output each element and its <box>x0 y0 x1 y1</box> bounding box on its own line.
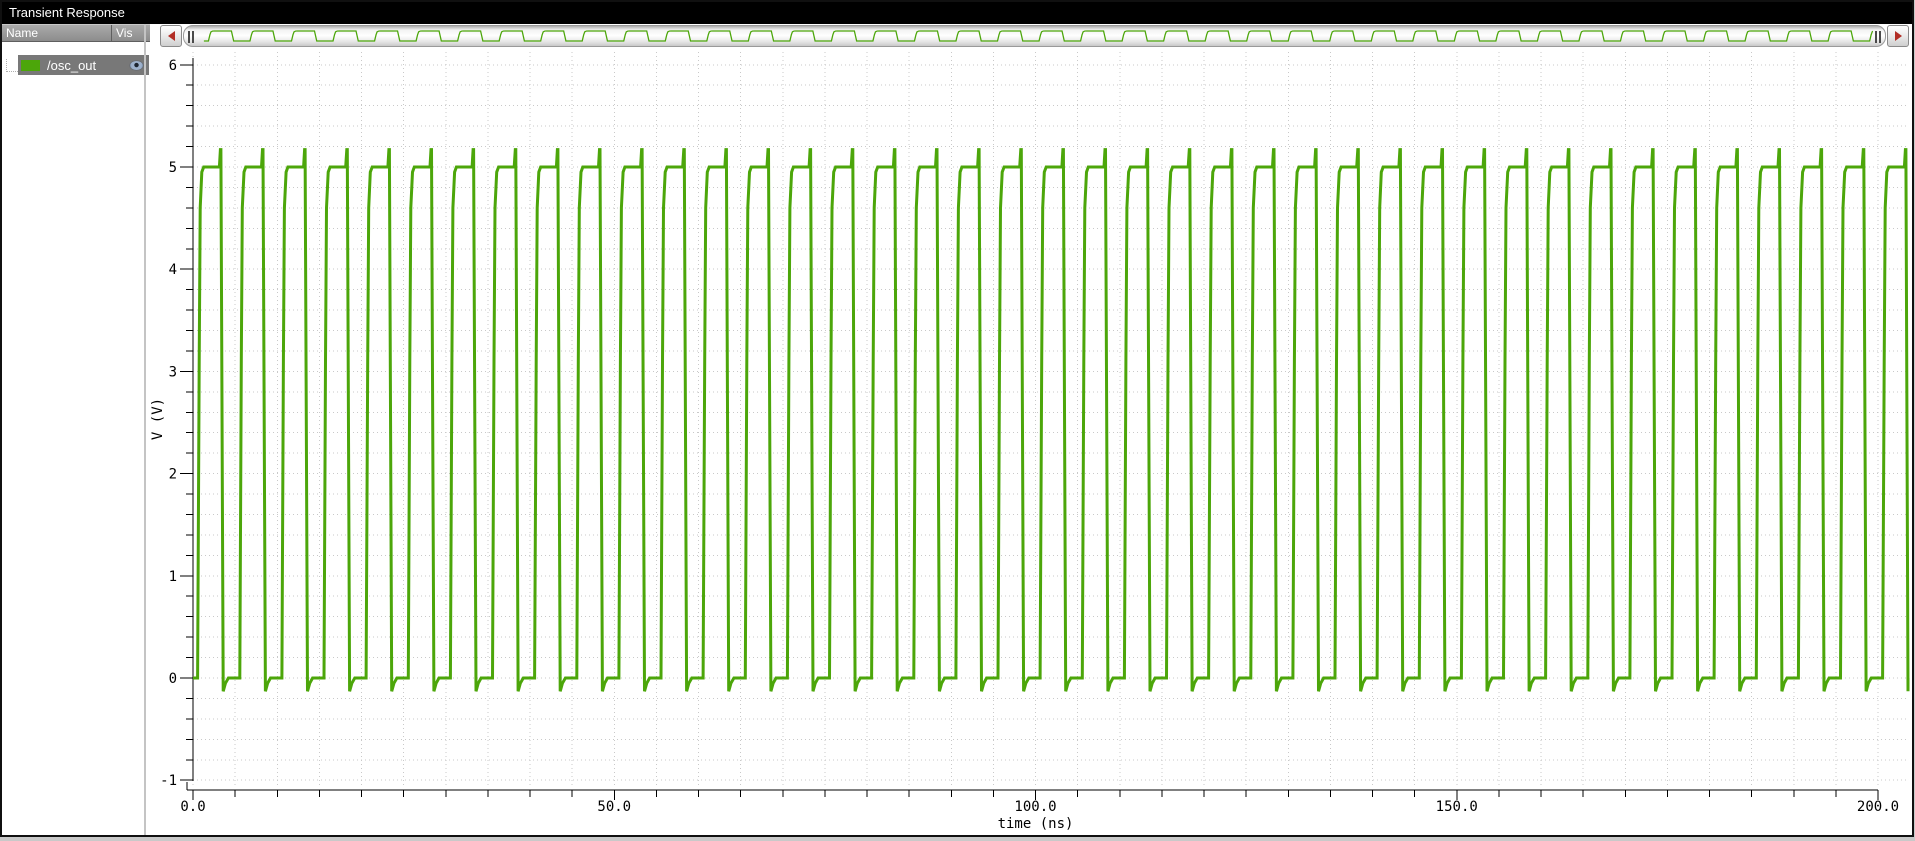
signal-color-swatch[interactable] <box>21 59 40 71</box>
y-tick-label: 0 <box>169 671 177 687</box>
waveform-chart[interactable]: -1 0 1 2 3 4 5 6 0.0 50.0 100.0 150.0 200.0 time (ns)… <box>150 24 1911 835</box>
thumb-grip-right[interactable] <box>1875 31 1881 43</box>
y-axis-title: V (V) <box>150 398 166 440</box>
y-tick-label: 3 <box>169 364 177 380</box>
signal-panel: Name Vis /osc_out <box>2 24 150 835</box>
panel-splitter[interactable] <box>144 24 146 835</box>
y-tick-label: 6 <box>169 58 177 74</box>
overview-waveform <box>203 30 1873 42</box>
signal-panel-header: Name Vis <box>2 24 150 42</box>
thumb-grip-left[interactable] <box>188 31 194 43</box>
title-bar: Transient Response <box>2 2 1912 24</box>
y-tick-label: -1 <box>160 773 177 789</box>
waveform-viewer-window: Transient Response Name Vis /osc_out -1 … <box>0 0 1915 841</box>
window-body: Transient Response Name Vis /osc_out -1 … <box>0 0 1914 837</box>
x-tick-label: 100.0 <box>1014 799 1056 815</box>
overview-track[interactable] <box>183 25 1886 47</box>
x-axis-title: time (ns) <box>998 816 1074 832</box>
x-tick-label: 150.0 <box>1436 799 1478 815</box>
signal-row[interactable]: /osc_out <box>2 55 150 75</box>
x-tick-label: 200.0 <box>1857 799 1899 815</box>
left-arrow-icon <box>167 31 175 41</box>
column-header-name[interactable]: Name <box>2 25 112 41</box>
overview-trace <box>203 30 1873 42</box>
visibility-eye-icon[interactable] <box>130 60 143 70</box>
scroll-left-button[interactable] <box>160 25 182 47</box>
y-tick-label: 5 <box>169 160 177 176</box>
signal-name: /osc_out <box>47 57 97 73</box>
overview-scrollbar[interactable] <box>160 25 1909 47</box>
y-tick-label: 2 <box>169 467 177 483</box>
osc-out-trace <box>193 148 1910 692</box>
x-tick-label: 50.0 <box>597 799 631 815</box>
scroll-right-button[interactable] <box>1887 25 1909 47</box>
tree-branch-icon <box>6 58 18 72</box>
signal-row-selection[interactable]: /osc_out <box>18 55 149 75</box>
y-tick-label: 1 <box>169 569 177 585</box>
right-arrow-icon <box>1894 31 1902 41</box>
x-tick-label: 0.0 <box>180 799 205 815</box>
window-title: Transient Response <box>9 5 125 20</box>
y-tick-label: 4 <box>169 262 177 278</box>
